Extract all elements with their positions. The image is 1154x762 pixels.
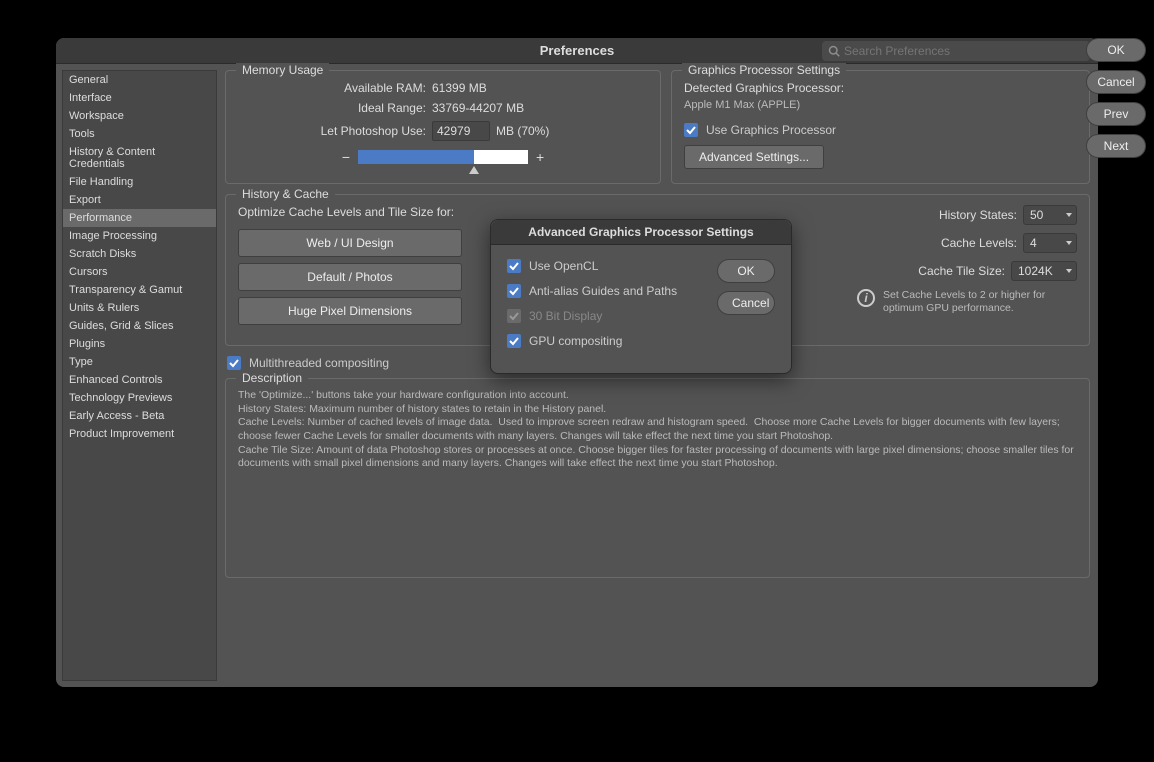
cache-tile-label: Cache Tile Size: bbox=[885, 264, 1005, 278]
let-use-input[interactable] bbox=[432, 121, 490, 141]
sidebar-item-tools[interactable]: Tools bbox=[63, 125, 216, 143]
advanced-settings-button[interactable]: Advanced Settings... bbox=[684, 145, 824, 169]
multithread-checkbox[interactable] bbox=[227, 356, 241, 370]
let-use-suffix: MB (70%) bbox=[496, 124, 549, 138]
slider-fill bbox=[358, 150, 474, 164]
info-text: Set Cache Levels to 2 or higher for opti… bbox=[883, 289, 1077, 315]
modal-cancel-button[interactable]: Cancel bbox=[717, 291, 775, 315]
memory-slider[interactable] bbox=[358, 150, 528, 164]
slider-minus-icon[interactable]: − bbox=[342, 149, 350, 165]
use-gpu-checkbox[interactable] bbox=[684, 123, 698, 137]
sidebar-item-type[interactable]: Type bbox=[63, 353, 216, 371]
main-panel: Memory Usage Available RAM: 61399 MB Idea… bbox=[217, 64, 1098, 687]
description-group: Description The 'Optimize...' buttons ta… bbox=[225, 378, 1090, 578]
slider-plus-icon[interactable]: + bbox=[536, 149, 544, 165]
history-states-label: History States: bbox=[897, 208, 1017, 222]
sidebar-item-image-processing[interactable]: Image Processing bbox=[63, 227, 216, 245]
available-ram-label: Available RAM: bbox=[238, 81, 426, 95]
cache-levels-label: Cache Levels: bbox=[897, 236, 1017, 250]
30bit-label: 30 Bit Display bbox=[529, 309, 602, 323]
gpu-compositing-checkbox[interactable] bbox=[507, 334, 521, 348]
sidebar-item-interface[interactable]: Interface bbox=[63, 89, 216, 107]
modal-title: Advanced Graphics Processor Settings bbox=[491, 220, 791, 245]
multithread-label: Multithreaded compositing bbox=[249, 356, 389, 370]
web-ui-button[interactable]: Web / UI Design bbox=[238, 229, 462, 257]
memory-title: Memory Usage bbox=[236, 63, 329, 77]
history-states-select[interactable]: 50 bbox=[1023, 205, 1077, 225]
sidebar: GeneralInterfaceWorkspaceToolsHistory & … bbox=[62, 70, 217, 681]
info-icon: i bbox=[857, 289, 875, 307]
search-box[interactable] bbox=[822, 41, 1090, 61]
search-icon bbox=[828, 45, 840, 57]
sidebar-item-file-handling[interactable]: File Handling bbox=[63, 173, 216, 191]
gpu-settings-group: Graphics Processor Settings Detected Gra… bbox=[671, 70, 1090, 184]
content: GeneralInterfaceWorkspaceToolsHistory & … bbox=[56, 64, 1098, 687]
slider-handle-icon[interactable] bbox=[469, 166, 479, 174]
description-title: Description bbox=[236, 371, 308, 385]
use-opencl-checkbox[interactable] bbox=[507, 259, 521, 273]
prev-button[interactable]: Prev bbox=[1086, 102, 1146, 126]
modal-ok-button[interactable]: OK bbox=[717, 259, 775, 283]
optimize-label: Optimize Cache Levels and Tile Size for: bbox=[238, 205, 857, 219]
memory-usage-group: Memory Usage Available RAM:61399 MB Idea… bbox=[225, 70, 661, 184]
antialias-label: Anti-alias Guides and Paths bbox=[529, 284, 677, 298]
detected-gpu-value: Apple M1 Max (APPLE) bbox=[684, 99, 1077, 111]
sidebar-item-plugins[interactable]: Plugins bbox=[63, 335, 216, 353]
cache-levels-select[interactable]: 4 bbox=[1023, 233, 1077, 253]
sidebar-item-units-rulers[interactable]: Units & Rulers bbox=[63, 299, 216, 317]
gpu-compositing-label: GPU compositing bbox=[529, 334, 622, 348]
default-photos-button[interactable]: Default / Photos bbox=[238, 263, 462, 291]
sidebar-item-cursors[interactable]: Cursors bbox=[63, 263, 216, 281]
dialog-buttons: OK Cancel Prev Next bbox=[1086, 38, 1146, 158]
sidebar-item-general[interactable]: General bbox=[63, 71, 216, 89]
search-input[interactable] bbox=[844, 44, 1084, 58]
sidebar-item-scratch-disks[interactable]: Scratch Disks bbox=[63, 245, 216, 263]
sidebar-item-export[interactable]: Export bbox=[63, 191, 216, 209]
sidebar-item-transparency-gamut[interactable]: Transparency & Gamut bbox=[63, 281, 216, 299]
sidebar-item-enhanced-controls[interactable]: Enhanced Controls bbox=[63, 371, 216, 389]
history-title: History & Cache bbox=[236, 187, 335, 201]
window-title: Preferences bbox=[540, 43, 614, 58]
antialias-checkbox[interactable] bbox=[507, 284, 521, 298]
30bit-checkbox bbox=[507, 309, 521, 323]
next-button[interactable]: Next bbox=[1086, 134, 1146, 158]
ideal-range-value: 33769-44207 MB bbox=[432, 101, 524, 115]
sidebar-item-early-access-beta[interactable]: Early Access - Beta bbox=[63, 407, 216, 425]
cache-tile-select[interactable]: 1024K bbox=[1011, 261, 1077, 281]
sidebar-item-guides-grid-slices[interactable]: Guides, Grid & Slices bbox=[63, 317, 216, 335]
detected-gpu-label: Detected Graphics Processor: bbox=[684, 81, 1077, 95]
let-use-label: Let Photoshop Use: bbox=[238, 124, 426, 138]
huge-pixel-button[interactable]: Huge Pixel Dimensions bbox=[238, 297, 462, 325]
titlebar: Preferences bbox=[56, 38, 1098, 64]
sidebar-item-workspace[interactable]: Workspace bbox=[63, 107, 216, 125]
sidebar-item-performance[interactable]: Performance bbox=[63, 209, 216, 227]
use-opencl-label: Use OpenCL bbox=[529, 259, 598, 273]
description-text: The 'Optimize...' buttons take your hard… bbox=[238, 389, 1077, 471]
ideal-range-label: Ideal Range: bbox=[238, 101, 426, 115]
sidebar-item-product-improvement[interactable]: Product Improvement bbox=[63, 425, 216, 443]
sidebar-item-technology-previews[interactable]: Technology Previews bbox=[63, 389, 216, 407]
available-ram-value: 61399 MB bbox=[432, 81, 487, 95]
ok-button[interactable]: OK bbox=[1086, 38, 1146, 62]
advanced-gpu-modal: Advanced Graphics Processor Settings Use… bbox=[490, 219, 792, 374]
cancel-button[interactable]: Cancel bbox=[1086, 70, 1146, 94]
sidebar-item-history-content-credentials[interactable]: History & Content Credentials bbox=[63, 143, 216, 173]
gpu-title: Graphics Processor Settings bbox=[682, 63, 846, 77]
use-gpu-label: Use Graphics Processor bbox=[706, 123, 836, 137]
